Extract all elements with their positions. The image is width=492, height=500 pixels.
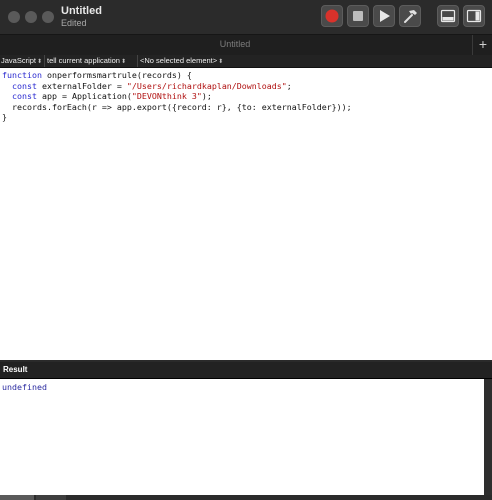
result-pane[interactable]: undefined [0, 379, 484, 495]
show-sidebar-button[interactable] [463, 5, 485, 27]
stop-icon [353, 11, 363, 21]
document-title: Untitled [61, 5, 102, 17]
tab-untitled[interactable]: Untitled [0, 39, 470, 49]
element-popup[interactable]: <No selected element>⬍ [139, 55, 492, 67]
updown-arrows-icon: ⬍ [120, 59, 126, 65]
new-tab-button[interactable]: + [472, 35, 492, 55]
code-token: app = Application( [36, 91, 132, 101]
navigation-bar: JavaScript⬍ tell current application⬍ <N… [0, 55, 492, 68]
show-bottom-pane-button[interactable] [437, 5, 459, 27]
bottom-tab-strip [0, 495, 492, 500]
code-token: } [2, 112, 7, 122]
language-popup[interactable]: JavaScript⬍ [0, 55, 45, 67]
window-titlebar: Untitled Edited [0, 0, 492, 34]
updown-arrows-icon: ⬍ [37, 59, 43, 65]
play-icon [380, 10, 390, 22]
run-button[interactable] [373, 5, 395, 27]
bottom-pane-icon [440, 9, 456, 23]
compile-button[interactable] [399, 5, 421, 27]
target-popup[interactable]: tell current application⬍ [46, 55, 138, 67]
record-button[interactable] [321, 5, 343, 27]
tab-bar: Untitled + [0, 34, 492, 56]
code-line: const externalFolder = "/Users/richardka… [2, 81, 492, 92]
close-window-button[interactable] [8, 11, 20, 23]
language-popup-label: JavaScript [1, 56, 37, 65]
code-string: "/Users/richardkaplan/Downloads" [126, 80, 287, 91]
sidebar-pane-icon [466, 9, 482, 23]
script-editor[interactable]: function onperformsmartrule(records) { c… [0, 68, 492, 360]
bottom-tab-result[interactable] [0, 495, 34, 500]
code-token: ); [201, 91, 212, 101]
code-keyword: const [12, 91, 37, 101]
code-line: function onperformsmartrule(records) { [2, 70, 492, 81]
code-line: const app = Application("DEVONthink 3"); [2, 91, 492, 102]
document-status: Edited [61, 18, 87, 28]
code-keyword: function [2, 70, 42, 80]
stop-button[interactable] [347, 5, 369, 27]
code-token: externalFolder = [36, 80, 127, 91]
result-value: undefined [2, 382, 47, 392]
code-line: } [2, 112, 492, 123]
result-scrollbar[interactable] [484, 379, 492, 495]
minimize-window-button[interactable] [25, 11, 37, 23]
code-keyword: const [12, 80, 37, 91]
bottom-tab-log[interactable] [36, 495, 66, 500]
updown-arrows-icon: ⬍ [218, 59, 224, 65]
result-title: Result [3, 365, 28, 374]
element-popup-label: <No selected element> [140, 56, 218, 65]
code-string: "DEVONthink 3" [131, 91, 202, 101]
code-token: onperformsmartrule(records) { [41, 70, 192, 80]
script-code[interactable]: function onperformsmartrule(records) { c… [0, 68, 492, 123]
hammer-icon [404, 10, 417, 23]
code-token: records.forEach(r => app.export({record:… [2, 101, 352, 112]
target-popup-label: tell current application [47, 56, 120, 65]
result-header: Result [0, 362, 492, 379]
zoom-window-button[interactable] [42, 11, 54, 23]
record-icon [325, 9, 339, 23]
code-line: records.forEach(r => app.export({record:… [2, 102, 492, 113]
code-token: ; [286, 80, 292, 91]
